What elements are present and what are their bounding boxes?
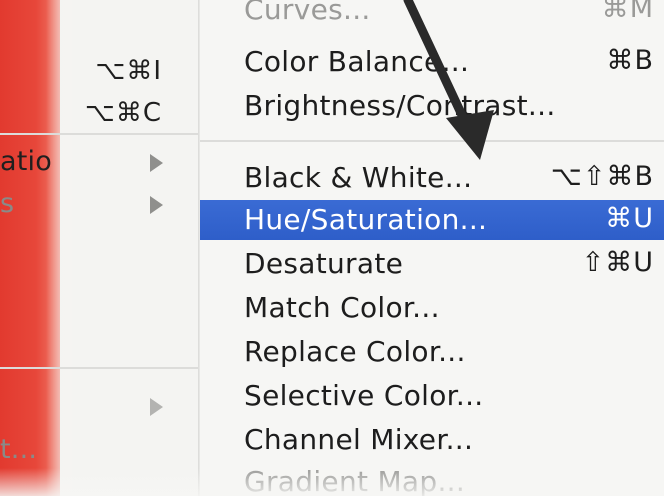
parent-menu-item[interactable]: atio — [0, 142, 198, 184]
parent-menu-item-label: s — [0, 188, 15, 219]
parent-menu-item[interactable]: ⌥⌘C — [0, 94, 198, 136]
screenshot-stage: ⌥⌘I ⌥⌘C atio s t... Curves... ⌘M Color B… — [0, 0, 664, 496]
menu-item-black-white[interactable]: Black & White... ⌥⇧⌘B — [200, 158, 664, 198]
menu-item-brightness-contrast[interactable]: Brightness/Contrast... — [200, 86, 664, 126]
menu-item-label: Channel Mixer... — [244, 423, 474, 456]
menu-item-gradient-map[interactable]: Gradient Map... — [200, 462, 664, 496]
menu-item-label: Selective Color... — [244, 379, 484, 412]
parent-menu-item-label: t... — [0, 434, 38, 465]
menu-item-label: Replace Color... — [244, 335, 466, 368]
parent-menu-item[interactable] — [0, 386, 198, 428]
menu-item-shortcut: ⌘B — [606, 45, 654, 76]
parent-menu-item[interactable]: t... — [0, 430, 198, 472]
menu-item-label: Gradient Map... — [244, 465, 466, 496]
submenu-arrow-icon — [150, 398, 163, 416]
submenu-arrow-icon — [150, 196, 163, 214]
parent-menu-item-shortcut: ⌥⌘I — [95, 56, 162, 86]
menu-item-shortcut: ⌘U — [605, 203, 654, 234]
menu-item-hue-saturation[interactable]: Hue/Saturation... ⌘U — [200, 200, 664, 240]
parent-menu-item[interactable]: ⌥⌘I — [0, 52, 198, 94]
menu-item-shortcut: ⌘M — [601, 0, 654, 24]
submenu-arrow-icon — [150, 154, 163, 172]
menu-item-label: Color Balance... — [244, 45, 470, 78]
parent-menu-item-shortcut: ⌥⌘C — [84, 98, 162, 128]
menu-item-label: Brightness/Contrast... — [244, 89, 556, 122]
menu-item-label: Hue/Saturation... — [244, 203, 488, 236]
menu-item-selective-color[interactable]: Selective Color... — [200, 376, 664, 416]
adjustments-submenu: Curves... ⌘M Color Balance... ⌘B Brightn… — [200, 0, 664, 496]
menu-separator — [200, 140, 664, 142]
menu-item-shortcut: ⇧⌘U — [581, 247, 654, 278]
menu-item-match-color[interactable]: Match Color... — [200, 288, 664, 328]
parent-menu-item[interactable]: s — [0, 184, 198, 226]
menu-item-label: Curves... — [244, 0, 371, 26]
menu-item-desaturate[interactable]: Desaturate ⇧⌘U — [200, 244, 664, 284]
menu-item-label: Match Color... — [244, 291, 440, 324]
parent-menu-item-label: atio — [0, 146, 52, 177]
menu-item-label: Desaturate — [244, 247, 404, 280]
menu-item-curves[interactable]: Curves... ⌘M — [200, 0, 664, 30]
menu-item-label: Black & White... — [244, 161, 473, 194]
parent-menu: ⌥⌘I ⌥⌘C atio s t... — [0, 0, 198, 496]
menu-item-shortcut: ⌥⇧⌘B — [550, 161, 654, 192]
menu-item-channel-mixer[interactable]: Channel Mixer... — [200, 420, 664, 460]
menu-item-color-balance[interactable]: Color Balance... ⌘B — [200, 42, 664, 82]
menu-item-replace-color[interactable]: Replace Color... — [200, 332, 664, 372]
